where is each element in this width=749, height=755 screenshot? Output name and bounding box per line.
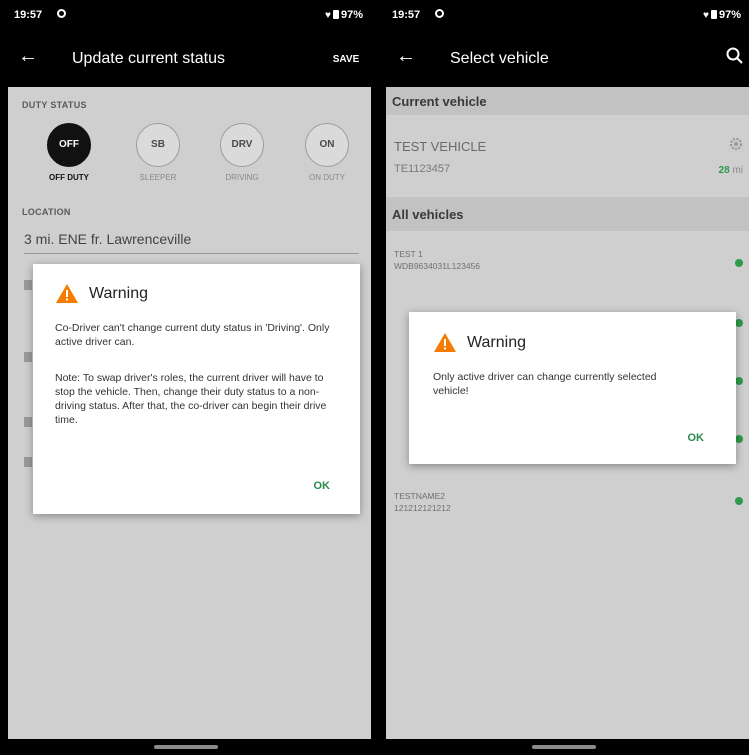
select-vehicle-screen: 19:57 ♥ 97% ← Select vehicle Current vehi… (378, 0, 749, 755)
location-underline (24, 253, 359, 254)
dialog-header: Warning (433, 332, 526, 353)
app-bar: ← Update current status SAVE (0, 30, 371, 87)
vehicle-vin: TE1123457 (394, 163, 451, 175)
dialog-note: Note: To swap driver's roles, the curren… (55, 372, 327, 426)
hidden-field-marker (24, 352, 32, 362)
home-handle[interactable] (531, 745, 596, 749)
warning-icon (434, 333, 456, 352)
hidden-field-marker (24, 417, 32, 427)
hidden-field-marker (24, 457, 32, 467)
notification-icon (435, 9, 444, 18)
duty-off-caption: OFF DUTY (49, 173, 89, 182)
system-nav-bar (0, 739, 371, 755)
list-item[interactable]: TESTNAME2 121212121212 (386, 483, 749, 523)
status-dot (735, 497, 743, 505)
page-title: Update current status (72, 50, 225, 67)
warning-icon (56, 284, 78, 303)
ok-button[interactable]: OK (688, 432, 705, 444)
duty-drv-button[interactable]: DRV DRIVING (214, 123, 270, 182)
duty-sb-caption: SLEEPER (139, 173, 177, 182)
battery-percent: 97% (340, 9, 363, 21)
list-item[interactable]: TEST 1 WDB9634031L123456 (386, 235, 749, 285)
miles-value: 28 (718, 165, 730, 176)
system-nav-bar (378, 739, 749, 755)
status-dot (735, 319, 743, 327)
status-time: 19:57 (392, 9, 421, 21)
status-bar: 19:57 ♥ 97% (378, 0, 749, 30)
warning-dialog: Warning Only active driver can change cu… (409, 312, 736, 464)
dialog-header: Warning (55, 283, 148, 304)
duty-off-circle: OFF (47, 123, 91, 167)
dialog-message: Only active driver can change currently … (433, 371, 657, 397)
wifi-icon: ♥ (703, 10, 709, 21)
current-vehicle-row[interactable]: TEST VEHICLE TE1123457 28 mi (386, 115, 749, 197)
vehicle-vin: 121212121212 (394, 503, 451, 513)
miles-unit: mi (732, 165, 743, 176)
home-handle[interactable] (153, 745, 218, 749)
page-title: Select vehicle (450, 50, 549, 67)
duty-sb-circle: SB (136, 123, 180, 167)
hidden-field-marker (24, 280, 32, 290)
battery-icon (710, 10, 717, 19)
ok-button[interactable]: OK (314, 480, 331, 492)
gear-icon[interactable] (729, 137, 743, 151)
status-time: 19:57 (14, 9, 43, 21)
status-dot (735, 435, 743, 443)
save-button[interactable]: SAVE (321, 54, 371, 65)
wifi-icon: ♥ (325, 10, 331, 21)
duty-drv-caption: DRIVING (225, 173, 259, 182)
status-dot (735, 377, 743, 385)
duty-status-label: DUTY STATUS (22, 100, 87, 110)
app-bar: ← Select vehicle (378, 30, 749, 87)
status-right: ♥ 97% (325, 9, 363, 21)
duty-on-button[interactable]: ON ON DUTY (299, 123, 355, 182)
arrow-left-icon[interactable]: ← (18, 46, 38, 66)
all-vehicles-header: All vehicles (386, 197, 749, 231)
location-label: LOCATION (22, 207, 71, 217)
vehicle-name: TEST VEHICLE (394, 139, 487, 154)
battery-percent: 97% (718, 9, 741, 21)
dialog-title: Warning (467, 333, 526, 351)
status-right: ♥ 97% (703, 9, 741, 21)
current-vehicle-header: Current vehicle (386, 87, 749, 115)
dialog-title: Warning (89, 284, 148, 302)
update-status-screen: 19:57 ♥ 97% ← Update current status SAVE … (0, 0, 371, 755)
duty-on-caption: ON DUTY (309, 173, 345, 182)
arrow-left-icon[interactable]: ← (396, 46, 416, 66)
status-dot (735, 259, 743, 267)
duty-on-circle: ON (305, 123, 349, 167)
vehicle-name: TESTNAME2 (394, 491, 446, 501)
duty-sb-button[interactable]: SB SLEEPER (130, 123, 186, 182)
warning-dialog: Warning Co-Driver can't change current d… (33, 264, 360, 514)
location-input[interactable]: 3 mi. ENE fr. Lawrenceville (24, 231, 191, 247)
dialog-message: Co-Driver can't change current duty stat… (55, 322, 330, 348)
vehicle-vin: WDB9634031L123456 (394, 261, 481, 271)
status-bar: 19:57 ♥ 97% (0, 0, 371, 30)
duty-off-button[interactable]: OFF OFF DUTY (41, 123, 97, 182)
vehicle-name: TEST 1 (394, 249, 423, 259)
notification-icon (57, 9, 66, 18)
search-icon[interactable] (725, 46, 745, 66)
duty-drv-circle: DRV (220, 123, 264, 167)
vehicle-miles: 28 mi (719, 165, 743, 176)
battery-icon (332, 10, 339, 19)
